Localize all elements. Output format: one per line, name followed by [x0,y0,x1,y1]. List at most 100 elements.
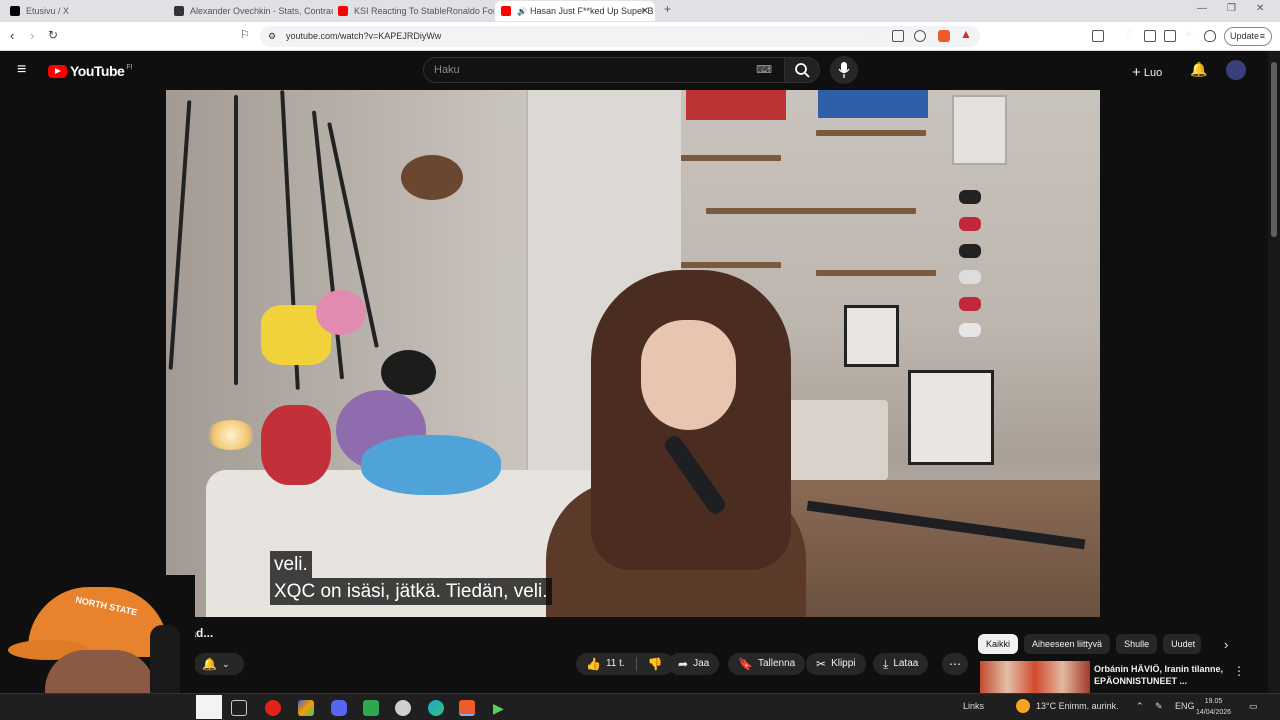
vpn-shield-icon[interactable] [1204,30,1216,42]
brave-icon[interactable] [459,700,475,716]
dislike-icon[interactable]: 👎 [648,653,663,675]
more-actions-button[interactable]: ⋯ [942,653,968,675]
country-code: FI [126,63,133,71]
chip-all[interactable]: Kaikki [978,634,1019,654]
windows-taskbar: ▶ Links 13°C Enimm. aurink. ⌃ ✎ ENG 19.0… [0,693,1280,720]
language-indicator[interactable]: ENG [1175,701,1195,711]
tab-ksi[interactable]: KSI Reacting To StableRonaldo For 3 [332,1,494,21]
sidebar-icon[interactable] [1144,30,1156,42]
task-view-icon[interactable] [231,700,247,716]
bookmark-icon[interactable]: ⚐ [240,28,250,41]
video-scene-shelf [816,270,936,276]
update-button[interactable]: Update ≡ [1224,27,1272,46]
notifications-bell-icon[interactable]: 🔔 [1190,61,1207,78]
chip-new[interactable]: Uudet [1163,634,1202,654]
video-scene-plush [361,435,501,495]
like-count[interactable]: 11 t. [606,653,625,675]
music-icon[interactable]: ♫ [1124,28,1136,40]
extension-icon[interactable] [1092,30,1104,42]
reload-button[interactable]: ↻ [48,28,58,42]
brave-shield-icon[interactable] [938,30,950,42]
like-dislike-group: 👍 11 t. 👎 [576,653,674,675]
edge-icon[interactable] [428,700,444,716]
site-info-icon[interactable]: ⚙ [268,26,276,47]
keyboard-icon[interactable]: ⌨ [756,58,772,82]
more-horizontal-icon: ⋯ [949,657,961,671]
download-button[interactable]: ⤓ Lataa [873,653,929,675]
youtube-icon [501,6,511,16]
chevron-right-icon[interactable]: › [1224,637,1228,652]
translate-icon[interactable]: 文 [870,28,882,43]
divider [635,657,637,671]
wallet-icon[interactable] [1164,30,1176,42]
app-icon[interactable] [298,700,314,716]
chip-for-you[interactable]: Shulle [1116,634,1158,654]
recommended-video-thumbnail[interactable] [980,661,1090,695]
share-arrow-icon: ➦ [678,657,689,671]
weather-icon [1016,699,1030,713]
maximize-button[interactable]: ❐ [1227,3,1236,14]
voice-search-button[interactable] [830,56,858,84]
search-icon [795,63,810,78]
tab-x[interactable]: Etusivu / X [4,1,169,21]
logo-text: YouTube [70,63,125,79]
video-scene-poster [818,90,928,118]
tab-title: Alexander Ovechkin - Stats, Contract [190,6,333,16]
subscribe-bell-button[interactable]: 🔔 ⌄ [194,653,244,675]
chevron-up-icon[interactable]: ⌃ [1136,701,1144,712]
search-box[interactable] [196,695,222,719]
minimize-button[interactable]: — [1197,3,1207,14]
media-player-icon[interactable]: ▶ [493,700,509,716]
discord-icon[interactable] [331,700,347,716]
video-scene-person-face [641,320,736,430]
menu-icon: ≡ [1259,31,1265,41]
save-button[interactable]: 🔖 Tallenna [728,653,806,675]
share-icon[interactable] [914,30,926,42]
video-scene-shelf [681,262,781,268]
weather-text[interactable]: 13°C Enimm. aurink. [1036,701,1119,711]
scrollbar-thumb[interactable] [1271,62,1277,237]
video-scene-chest [778,400,888,480]
leo-ai-icon[interactable]: ✦ [1184,28,1196,41]
chip-related[interactable]: Aiheeseen liittyvä [1024,634,1111,654]
video-scene-controller [959,244,981,258]
create-button[interactable]: + Luo [1132,63,1162,81]
video-scene-frame [844,305,899,367]
tab-hasan[interactable]: 🔊 Hasan Just F**ked Up Super B ✕ [495,1,655,21]
links-toolbar[interactable]: Links [963,701,984,711]
opera-icon[interactable] [265,700,281,716]
video-scene-plush [261,405,331,485]
brave-rewards-icon[interactable]: ▲ [960,27,972,41]
back-button[interactable]: ‹ [10,28,14,43]
youtube-icon [338,6,348,16]
hamburger-menu-icon[interactable]: ≡ [17,61,26,79]
chat-app-icon[interactable] [363,700,379,716]
video-scene-poster [952,95,1007,165]
app-icon[interactable] [395,700,411,716]
search-button[interactable] [784,57,820,83]
more-vertical-icon[interactable]: ⋮ [1233,664,1245,678]
video-player[interactable] [166,90,1100,617]
close-tab-icon[interactable]: ✕ [641,6,649,17]
url-text: youtube.com/watch?v=KAPEJRDiyWw [286,31,442,41]
search-input[interactable]: Haku ⌨ [423,57,785,83]
clock[interactable]: 19.05 14/04/2026 [1196,696,1231,718]
share-button[interactable]: ➦ Jaa [668,653,720,675]
pen-icon[interactable]: ✎ [1155,701,1163,712]
close-window-button[interactable]: ✕ [1256,3,1264,14]
tab-ovechkin[interactable]: Alexander Ovechkin - Stats, Contract [168,1,333,21]
clip-button[interactable]: ✂ Klippi [806,653,866,675]
screenshot-icon[interactable] [892,30,904,42]
download-label: Lataa [893,658,919,669]
avatar[interactable] [1226,60,1246,80]
video-scene-controller [959,270,981,284]
forward-button[interactable]: › [30,28,34,43]
browser-tab-bar: Etusivu / X Alexander Ovechkin - Stats, … [0,0,1280,22]
recommended-video-title[interactable]: Orbánin HÄVIÖ, Iranin tilanne, EPÄONNIST… [1094,663,1224,687]
like-icon[interactable]: 👍 [586,653,601,675]
notifications-icon[interactable]: ▭ [1249,701,1258,712]
new-tab-button[interactable]: + [664,2,671,16]
video-scene-plush [401,155,463,200]
caption-line: XQC on isäsi, jätkä. Tiedän, veli. [270,578,552,605]
youtube-logo[interactable]: YouTube FI [48,63,133,79]
